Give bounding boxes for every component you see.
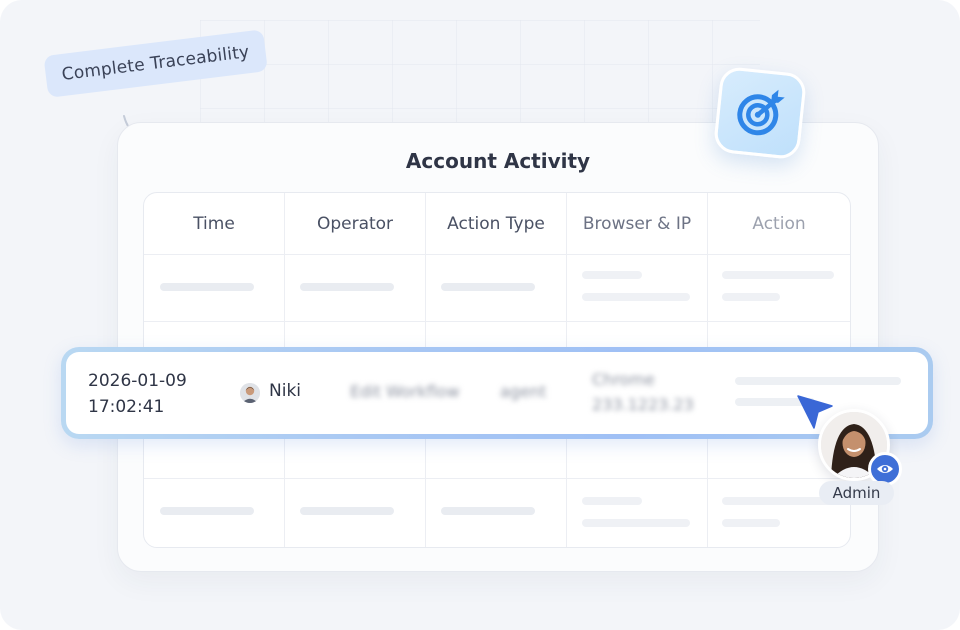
column-header-action-type[interactable]: Action Type [426,193,566,255]
row-date: 2026-01-09 [88,371,187,391]
column-header-browser-ip[interactable]: Browser & IP [567,193,707,255]
placeholder-bar [582,293,690,301]
blurred-browser: Chrome [592,370,655,389]
row-clock: 17:02:41 [88,397,165,417]
placeholder-bar [160,507,254,515]
admin-label: Admin [819,481,894,505]
blurred-ip: 233.1223.23 [592,395,694,414]
placeholder-bar [582,519,690,527]
column-header-time[interactable]: Time [144,193,284,255]
person-icon [240,383,260,403]
column-header-action[interactable]: Action [708,193,850,255]
placeholder-bar [582,497,642,505]
placeholder-bar [441,283,535,291]
target-tile [712,65,808,161]
operator-avatar [240,383,260,403]
placeholder-bar [441,507,535,515]
placeholder-bar [722,271,834,279]
target-arrow-icon [737,89,785,136]
blurred-action-role: agent [500,382,547,401]
row-divider [144,321,850,322]
canvas: Complete Traceability Account Activity T… [0,0,960,630]
row-time: 2026-01-09 17:02:41 [88,368,187,420]
placeholder-bar [722,497,834,505]
blurred-action-type: Edit Workflow [350,382,460,401]
eye-icon [877,465,893,473]
placeholder-bar [300,283,394,291]
row-divider [144,478,850,479]
placeholder-bar [300,507,394,515]
column-header-operator[interactable]: Operator [285,193,425,255]
placeholder-bar [735,377,901,385]
placeholder-bar [722,519,780,527]
placeholder-bar [160,283,254,291]
operator-name: Niki [269,381,302,401]
placeholder-bar [722,293,780,301]
placeholder-bar [582,271,642,279]
